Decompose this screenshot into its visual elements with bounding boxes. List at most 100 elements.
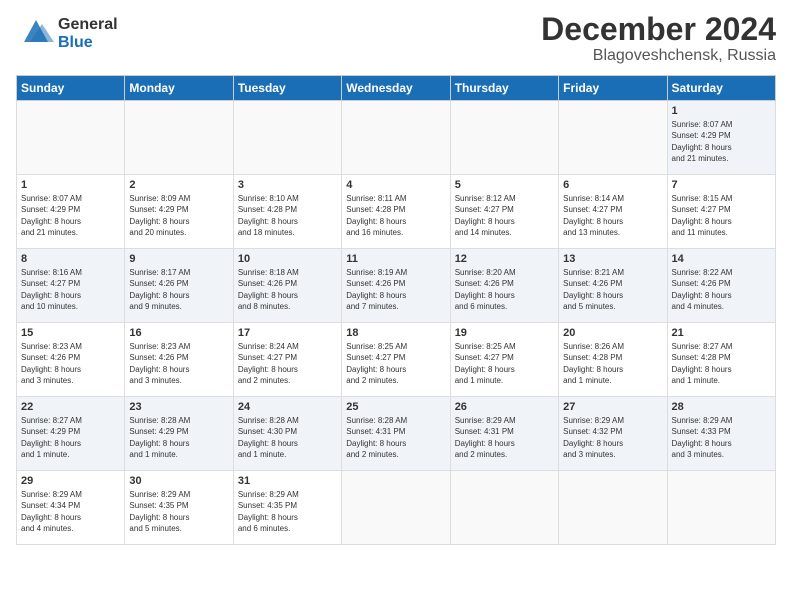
day-info: Sunrise: 8:28 AMSunset: 4:30 PMDaylight:… — [238, 415, 337, 460]
logo-general: General — [58, 16, 118, 34]
calendar-day — [559, 471, 667, 545]
day-info: Sunrise: 8:22 AMSunset: 4:26 PMDaylight:… — [672, 267, 771, 312]
day-info: Sunrise: 8:29 AMSunset: 4:33 PMDaylight:… — [672, 415, 771, 460]
calendar-day: 19 Sunrise: 8:25 AMSunset: 4:27 PMDayligh… — [450, 323, 558, 397]
calendar-day: 7 Sunrise: 8:15 AMSunset: 4:27 PMDaylight… — [667, 175, 775, 249]
calendar-day: 30Sunrise: 8:29 AMSunset: 4:35 PMDayligh… — [125, 471, 233, 545]
day-number: 28 — [672, 401, 771, 413]
day-info: Sunrise: 8:15 AMSunset: 4:27 PMDaylight:… — [672, 193, 771, 238]
day-info: Sunrise: 8:25 AMSunset: 4:27 PMDaylight:… — [346, 341, 445, 386]
calendar-day: 27Sunrise: 8:29 AMSunset: 4:32 PMDayligh… — [559, 397, 667, 471]
calendar-day: 23Sunrise: 8:28 AMSunset: 4:29 PMDayligh… — [125, 397, 233, 471]
calendar-day: 18 Sunrise: 8:25 AMSunset: 4:27 PMDayligh… — [342, 323, 450, 397]
calendar-day: 24 Sunrise: 8:28 AMSunset: 4:30 PMDayligh… — [233, 397, 341, 471]
day-number: 7 — [672, 179, 771, 191]
calendar-day: 2 Sunrise: 8:09 AMSunset: 4:29 PMDaylight… — [125, 175, 233, 249]
calendar-day: 13 Sunrise: 8:21 AMSunset: 4:26 PMDayligh… — [559, 249, 667, 323]
logo-blue: Blue — [58, 34, 118, 52]
calendar-day: 1Sunrise: 8:07 AMSunset: 4:29 PMDaylight… — [667, 101, 775, 175]
day-info: Sunrise: 8:14 AMSunset: 4:27 PMDaylight:… — [563, 193, 662, 238]
day-number: 20 — [563, 327, 662, 339]
day-number: 22 — [21, 401, 120, 413]
day-number: 14 — [672, 253, 771, 265]
day-number: 8 — [21, 253, 120, 265]
calendar-day — [342, 101, 450, 175]
calendar-day: 21Sunrise: 8:27 AMSunset: 4:28 PMDayligh… — [667, 323, 775, 397]
day-info: Sunrise: 8:10 AMSunset: 4:28 PMDaylight:… — [238, 193, 337, 238]
calendar-week: 29Sunrise: 8:29 AMSunset: 4:34 PMDayligh… — [17, 471, 776, 545]
day-info: Sunrise: 8:09 AMSunset: 4:29 PMDaylight:… — [129, 193, 228, 238]
day-number: 19 — [455, 327, 554, 339]
calendar-day: 29Sunrise: 8:29 AMSunset: 4:34 PMDayligh… — [17, 471, 125, 545]
page-header: General Blue December 2024 Blagoveshchen… — [16, 12, 776, 65]
calendar-day — [125, 101, 233, 175]
calendar-day: 17Sunrise: 8:24 AMSunset: 4:27 PMDayligh… — [233, 323, 341, 397]
day-number: 24 — [238, 401, 337, 413]
day-number: 3 — [238, 179, 337, 191]
calendar-day: 20 Sunrise: 8:26 AMSunset: 4:28 PMDayligh… — [559, 323, 667, 397]
day-number: 16 — [129, 327, 228, 339]
calendar-table: Sunday Monday Tuesday Wednesday Thursday… — [16, 75, 776, 545]
day-info: Sunrise: 8:24 AMSunset: 4:27 PMDaylight:… — [238, 341, 337, 386]
day-info: Sunrise: 8:20 AMSunset: 4:26 PMDaylight:… — [455, 267, 554, 312]
location: Blagoveshchensk, Russia — [541, 47, 776, 65]
day-info: Sunrise: 8:26 AMSunset: 4:28 PMDaylight:… — [563, 341, 662, 386]
calendar-day: 15Sunrise: 8:23 AMSunset: 4:26 PMDayligh… — [17, 323, 125, 397]
calendar-day — [17, 101, 125, 175]
calendar-day: 11Sunrise: 8:19 AMSunset: 4:26 PMDayligh… — [342, 249, 450, 323]
calendar-day: 25 Sunrise: 8:28 AMSunset: 4:31 PMDayligh… — [342, 397, 450, 471]
calendar-day: 6 Sunrise: 8:14 AMSunset: 4:27 PMDaylight… — [559, 175, 667, 249]
calendar-day: 12Sunrise: 8:20 AMSunset: 4:26 PMDayligh… — [450, 249, 558, 323]
day-number: 9 — [129, 253, 228, 265]
calendar-day — [233, 101, 341, 175]
day-number: 5 — [455, 179, 554, 191]
day-number: 26 — [455, 401, 554, 413]
calendar-day: 9 Sunrise: 8:17 AMSunset: 4:26 PMDaylight… — [125, 249, 233, 323]
calendar-header: Sunday Monday Tuesday Wednesday Thursday… — [17, 76, 776, 101]
day-info: Sunrise: 8:21 AMSunset: 4:26 PMDaylight:… — [563, 267, 662, 312]
day-number: 13 — [563, 253, 662, 265]
calendar-week: 1 Sunrise: 8:07 AMSunset: 4:29 PMDaylight… — [17, 175, 776, 249]
calendar-week: 15Sunrise: 8:23 AMSunset: 4:26 PMDayligh… — [17, 323, 776, 397]
day-number: 2 — [129, 179, 228, 191]
calendar-day: 14 Sunrise: 8:22 AMSunset: 4:26 PMDayligh… — [667, 249, 775, 323]
day-info: Sunrise: 8:07 AMSunset: 4:29 PMDaylight:… — [21, 193, 120, 238]
col-sunday: Sunday — [17, 76, 125, 101]
col-wednesday: Wednesday — [342, 76, 450, 101]
day-info: Sunrise: 8:25 AMSunset: 4:27 PMDaylight:… — [455, 341, 554, 386]
calendar-day: 31Sunrise: 8:29 AMSunset: 4:35 PMDayligh… — [233, 471, 341, 545]
day-number: 31 — [238, 475, 337, 487]
day-number: 27 — [563, 401, 662, 413]
month-title: December 2024 — [541, 12, 776, 47]
calendar-day: 8 Sunrise: 8:16 AMSunset: 4:27 PMDaylight… — [17, 249, 125, 323]
day-number: 18 — [346, 327, 445, 339]
day-number: 25 — [346, 401, 445, 413]
day-info: Sunrise: 8:28 AMSunset: 4:29 PMDaylight:… — [129, 415, 228, 460]
calendar-day: 3 Sunrise: 8:10 AMSunset: 4:28 PMDaylight… — [233, 175, 341, 249]
calendar-week: 1Sunrise: 8:07 AMSunset: 4:29 PMDaylight… — [17, 101, 776, 175]
calendar-day — [667, 471, 775, 545]
calendar-day: 1 Sunrise: 8:07 AMSunset: 4:29 PMDaylight… — [17, 175, 125, 249]
col-friday: Friday — [559, 76, 667, 101]
calendar-day — [450, 471, 558, 545]
calendar-day: 4 Sunrise: 8:11 AMSunset: 4:28 PMDaylight… — [342, 175, 450, 249]
col-thursday: Thursday — [450, 76, 558, 101]
day-number: 6 — [563, 179, 662, 191]
day-info: Sunrise: 8:17 AMSunset: 4:26 PMDaylight:… — [129, 267, 228, 312]
col-tuesday: Tuesday — [233, 76, 341, 101]
day-number: 30 — [129, 475, 228, 487]
day-number: 10 — [238, 253, 337, 265]
title-block: December 2024 Blagoveshchensk, Russia — [541, 12, 776, 65]
calendar-day — [342, 471, 450, 545]
day-number: 29 — [21, 475, 120, 487]
day-info: Sunrise: 8:29 AMSunset: 4:31 PMDaylight:… — [455, 415, 554, 460]
day-number: 4 — [346, 179, 445, 191]
day-info: Sunrise: 8:28 AMSunset: 4:31 PMDaylight:… — [346, 415, 445, 460]
day-info: Sunrise: 8:16 AMSunset: 4:27 PMDaylight:… — [21, 267, 120, 312]
day-info: Sunrise: 8:07 AMSunset: 4:29 PMDaylight:… — [672, 119, 771, 164]
calendar-day: 22Sunrise: 8:27 AMSunset: 4:29 PMDayligh… — [17, 397, 125, 471]
day-number: 1 — [21, 179, 120, 191]
day-info: Sunrise: 8:11 AMSunset: 4:28 PMDaylight:… — [346, 193, 445, 238]
calendar-day: 16Sunrise: 8:23 AMSunset: 4:26 PMDayligh… — [125, 323, 233, 397]
day-info: Sunrise: 8:18 AMSunset: 4:26 PMDaylight:… — [238, 267, 337, 312]
